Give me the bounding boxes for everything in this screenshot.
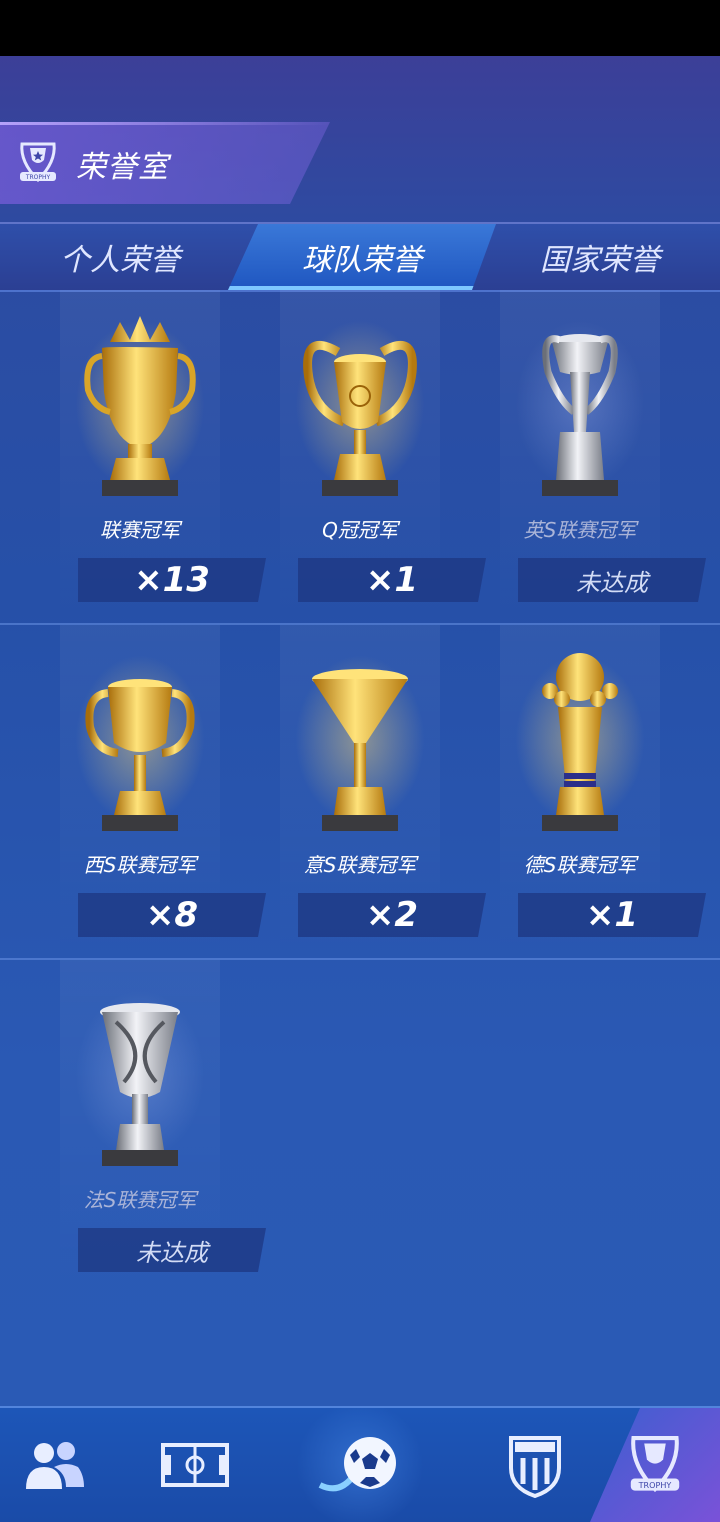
nav-players[interactable] [0, 1408, 110, 1522]
nav-match[interactable] [290, 1408, 430, 1522]
tab-team-honors[interactable]: 球队荣誉 [228, 224, 496, 290]
trophy-count: ×2 [298, 893, 486, 937]
trophy-name: 西S联赛冠军 [83, 853, 197, 877]
trophy-count: ×8 [78, 893, 266, 937]
svg-text:TROPHY: TROPHY [25, 174, 51, 181]
trophy-count: ×1 [518, 893, 706, 937]
trophy-badge-icon: TROPHY [20, 142, 56, 183]
tab-bar: 个人荣誉 球队荣誉 国家荣誉 [0, 222, 720, 292]
soccer-ball-icon [318, 1437, 396, 1492]
tab-label: 个人荣誉 [60, 243, 180, 278]
trophy-badge-icon: TROPHY [630, 1436, 680, 1493]
bottom-nav: TROPHY [0, 1406, 720, 1522]
tab-label: 国家荣誉 [540, 243, 660, 278]
tab-label: 球队荣誉 [302, 243, 422, 278]
nav-club[interactable] [480, 1408, 590, 1522]
trophy-count: 未达成 [78, 1228, 266, 1272]
status-bar [0, 0, 720, 56]
silver-twisted-cup-icon [100, 1003, 180, 1166]
svg-text:TROPHY: TROPHY [638, 1481, 672, 1490]
tab-national-honors[interactable]: 国家荣誉 [480, 224, 720, 290]
gold-big-ears-cup-icon [303, 340, 417, 496]
pitch-icon [161, 1443, 229, 1487]
gold-handled-cup-icon [85, 679, 195, 831]
gold-funnel-cup-icon [312, 669, 408, 831]
nav-trophy-room[interactable]: TROPHY [590, 1408, 720, 1522]
trophy-name: 法S联赛冠军 [83, 1188, 197, 1212]
trophy-count: ×13 [78, 558, 266, 602]
trophy-card[interactable]: 法S联赛冠军 未达成 [30, 960, 266, 1293]
trophy-name: 英S联赛冠军 [523, 518, 637, 542]
trophy-card[interactable]: 意S联赛冠军 ×2 [250, 625, 486, 958]
trophy-card[interactable]: 英S联赛冠军 未达成 [470, 290, 706, 623]
nav-pitch[interactable] [140, 1408, 250, 1522]
trophy-name: 意S联赛冠军 [303, 853, 417, 877]
gold-ball-trophy-icon [542, 653, 618, 831]
players-icon [26, 1442, 84, 1489]
trophy-name: 联赛冠军 [100, 518, 180, 542]
gold-crown-trophy-icon [84, 316, 196, 496]
trophy-card[interactable]: Q冠冠军 ×1 [250, 290, 486, 623]
trophy-count: ×1 [298, 558, 486, 602]
tab-personal-honors[interactable]: 个人荣誉 [0, 224, 240, 290]
trophy-card[interactable]: 西S联赛冠军 ×8 [30, 625, 266, 958]
trophy-card[interactable]: 联赛冠军 ×13 [30, 290, 266, 623]
page-title: 荣誉室 [76, 150, 169, 185]
trophy-name: Q冠冠军 [322, 518, 398, 542]
trophy-row: 西S联赛冠军 ×8 意S联赛冠军 ×2 德S联赛冠军 ×1 [0, 625, 720, 960]
silver-winged-trophy-icon [542, 334, 618, 496]
trophy-row: 法S联赛冠军 未达成 [0, 960, 720, 1293]
club-badge-icon [509, 1436, 561, 1498]
trophy-card[interactable]: 德S联赛冠军 ×1 [470, 625, 706, 958]
trophy-row: 联赛冠军 ×13 Q冠冠军 ×1 英S联赛冠军 未达成 [0, 290, 720, 625]
trophy-name: 德S联赛冠军 [523, 853, 637, 877]
trophy-count: 未达成 [518, 558, 706, 602]
